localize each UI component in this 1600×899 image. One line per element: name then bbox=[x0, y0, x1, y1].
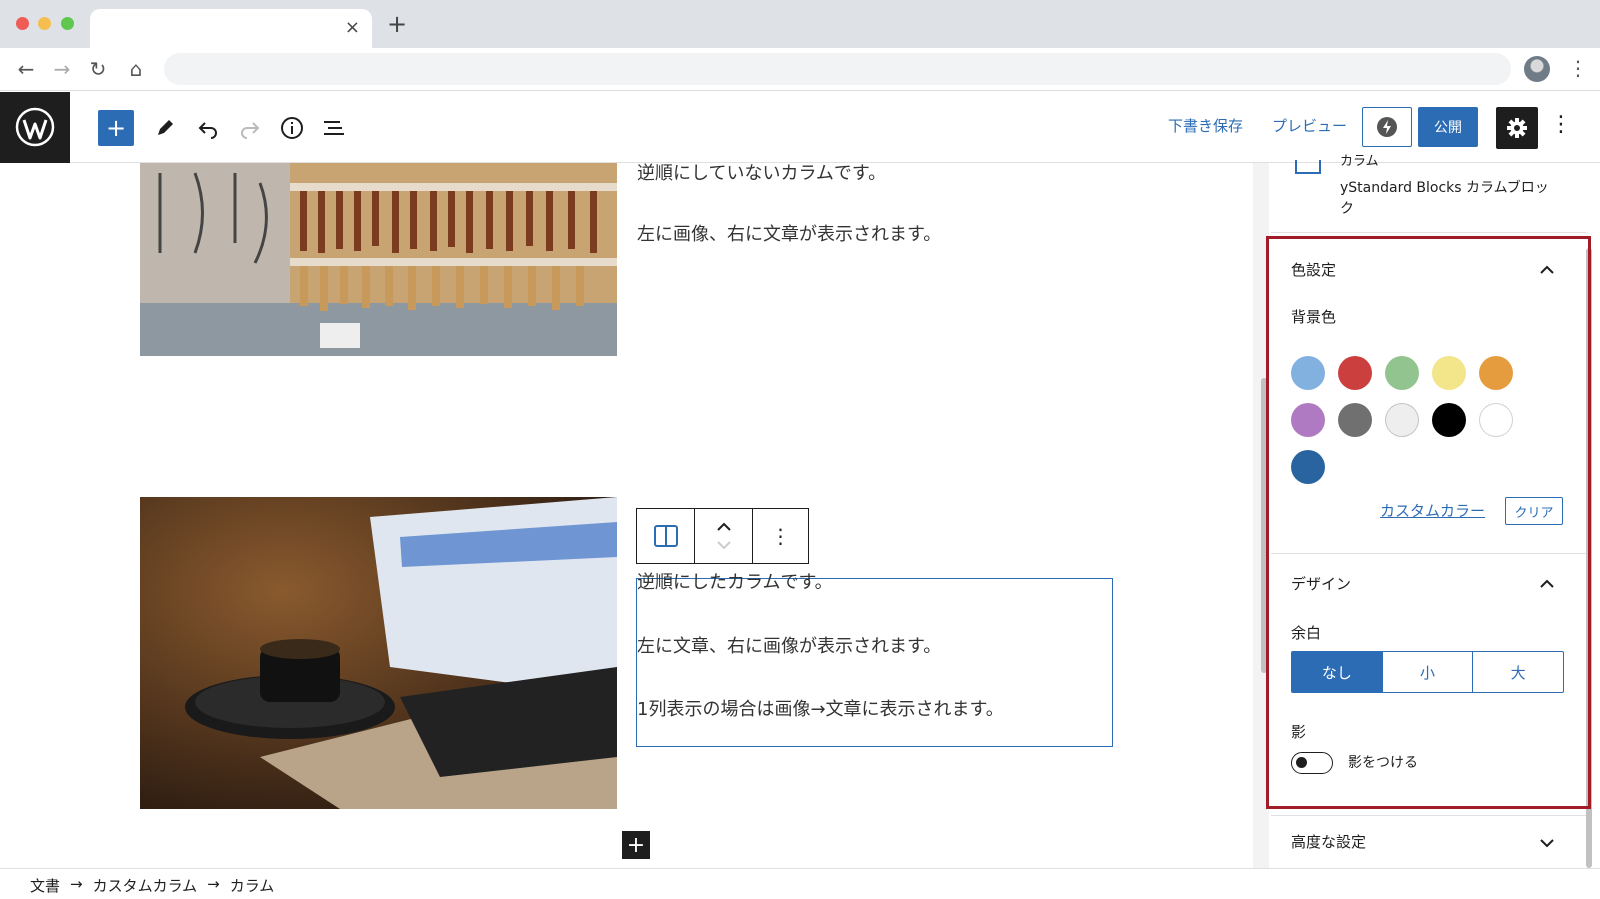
address-bar[interactable] bbox=[164, 53, 1511, 85]
block-card-title: カラム bbox=[1340, 154, 1379, 169]
chevron-down-icon[interactable] bbox=[1538, 834, 1556, 852]
breadcrumb-item-document[interactable]: 文書 bbox=[30, 875, 60, 896]
gear-icon bbox=[1507, 118, 1527, 138]
column-text-2[interactable]: 左に画像、右に文章が表示されます。 bbox=[637, 220, 941, 246]
editor-more-menu-icon[interactable]: ⋮ bbox=[1550, 112, 1572, 137]
breadcrumb-separator: → bbox=[207, 875, 220, 893]
column-text-1[interactable]: 逆順にしていないカラムです。 bbox=[637, 163, 886, 185]
shadow-toggle[interactable] bbox=[1291, 752, 1333, 774]
publish-button[interactable]: 公開 bbox=[1418, 107, 1478, 147]
padding-option-small[interactable]: 小 bbox=[1381, 652, 1473, 692]
advanced-settings-title[interactable]: 高度な設定 bbox=[1291, 831, 1366, 852]
chevron-up-icon[interactable] bbox=[1538, 261, 1556, 279]
selected-column-block[interactable] bbox=[636, 578, 1113, 747]
color-panel-title[interactable]: 色設定 bbox=[1291, 259, 1336, 280]
custom-color-link[interactable]: カスタムカラー bbox=[1380, 500, 1485, 521]
editor-canvas: 逆順にしていないカラムです。 左に画像、右に文章が表示されます。 ⋮ 逆順にした… bbox=[0, 163, 1253, 868]
clear-color-button[interactable]: クリア bbox=[1505, 497, 1563, 525]
padding-label: 余白 bbox=[1291, 624, 1322, 642]
info-icon[interactable] bbox=[274, 110, 310, 146]
swatch-gray[interactable] bbox=[1338, 403, 1372, 437]
new-tab-button[interactable]: + bbox=[387, 12, 407, 36]
panel-divider bbox=[1271, 553, 1586, 554]
design-panel-title[interactable]: デザイン bbox=[1291, 573, 1351, 594]
coffee-laptop-image[interactable] bbox=[140, 497, 617, 809]
sidebar-scrollbar[interactable] bbox=[1586, 248, 1592, 868]
column-text-5[interactable]: 1列表示の場合は画像→文章に表示されます。 bbox=[637, 695, 1004, 721]
tools-image[interactable] bbox=[140, 163, 617, 356]
forward-icon[interactable]: → bbox=[50, 57, 74, 81]
columns-block-icon[interactable] bbox=[637, 509, 694, 563]
block-breadcrumb-bar: 文書 → カスタムカラム → カラム bbox=[0, 868, 1600, 899]
swatch-green[interactable] bbox=[1385, 356, 1419, 390]
wordpress-icon bbox=[15, 107, 55, 147]
shadow-toggle-label[interactable]: 影をつける bbox=[1348, 752, 1418, 772]
preview-button[interactable]: プレビュー bbox=[1272, 115, 1347, 136]
swatch-orange[interactable] bbox=[1479, 356, 1513, 390]
inserter-plus-icon[interactable]: + bbox=[622, 831, 650, 859]
swatch-yellow[interactable] bbox=[1432, 356, 1466, 390]
redo-icon[interactable] bbox=[232, 110, 268, 146]
shadow-label: 影 bbox=[1291, 723, 1307, 741]
chevron-up-icon[interactable] bbox=[1538, 575, 1556, 593]
move-block-icon[interactable] bbox=[694, 509, 752, 563]
breadcrumb-item-custom-columns[interactable]: カスタムカラム bbox=[93, 875, 198, 896]
profile-avatar[interactable] bbox=[1524, 56, 1550, 82]
breadcrumb-item-column[interactable]: カラム bbox=[230, 875, 275, 896]
add-block-button[interactable]: + bbox=[98, 110, 134, 146]
swatch-light-gray[interactable] bbox=[1385, 403, 1419, 437]
panel-divider bbox=[1271, 815, 1586, 816]
browser-menu-icon[interactable]: ⋮ bbox=[1568, 58, 1588, 78]
column-block-icon bbox=[1295, 160, 1321, 174]
close-window-dot[interactable] bbox=[16, 17, 29, 30]
toggle-knob bbox=[1296, 757, 1307, 768]
undo-icon[interactable] bbox=[190, 110, 226, 146]
breadcrumb-separator: → bbox=[70, 875, 83, 893]
pencil-icon[interactable] bbox=[147, 110, 183, 146]
swatch-white[interactable] bbox=[1479, 403, 1513, 437]
back-icon[interactable]: ← bbox=[14, 57, 38, 81]
swatch-black[interactable] bbox=[1432, 403, 1466, 437]
browser-tab-strip: × + bbox=[0, 0, 1600, 49]
save-draft-button[interactable]: 下書き保存 bbox=[1168, 115, 1243, 136]
minimize-window-dot[interactable] bbox=[38, 17, 51, 30]
padding-segmented-control: なし 小 大 bbox=[1291, 651, 1564, 693]
content-scrollbar-thumb[interactable] bbox=[1261, 378, 1267, 673]
home-icon[interactable]: ⌂ bbox=[124, 57, 148, 81]
list-view-icon[interactable] bbox=[316, 110, 352, 146]
maximize-window-dot[interactable] bbox=[61, 17, 74, 30]
breadcrumb: 文書 → カスタムカラム → カラム bbox=[30, 875, 274, 896]
swatch-red[interactable] bbox=[1338, 356, 1372, 390]
settings-button[interactable] bbox=[1496, 107, 1538, 149]
background-color-label: 背景色 bbox=[1291, 308, 1337, 326]
panel-divider bbox=[1271, 232, 1586, 233]
padding-option-large[interactable]: 大 bbox=[1472, 652, 1563, 692]
wordpress-logo[interactable] bbox=[0, 92, 70, 163]
tab-close-icon[interactable]: × bbox=[345, 17, 360, 38]
padding-option-none[interactable]: なし bbox=[1292, 652, 1382, 692]
swatch-dark-blue[interactable] bbox=[1291, 450, 1325, 484]
browser-tab[interactable]: × bbox=[90, 9, 372, 49]
column-text-3[interactable]: 逆順にしたカラムです。 bbox=[637, 568, 833, 594]
block-card-description: yStandard Blocks カラムブロック bbox=[1340, 180, 1549, 217]
amp-button[interactable] bbox=[1362, 107, 1412, 147]
bolt-icon bbox=[1377, 117, 1397, 137]
browser-toolbar: ← → ↻ ⌂ ⋮ bbox=[0, 48, 1600, 91]
column-text-4[interactable]: 左に文章、右に画像が表示されます。 bbox=[637, 632, 941, 658]
swatch-purple[interactable] bbox=[1291, 403, 1325, 437]
block-toolbar: ⋮ bbox=[636, 508, 809, 564]
swatch-light-blue[interactable] bbox=[1291, 356, 1325, 390]
block-options-icon[interactable]: ⋮ bbox=[752, 509, 808, 563]
reload-icon[interactable]: ↻ bbox=[86, 57, 110, 81]
